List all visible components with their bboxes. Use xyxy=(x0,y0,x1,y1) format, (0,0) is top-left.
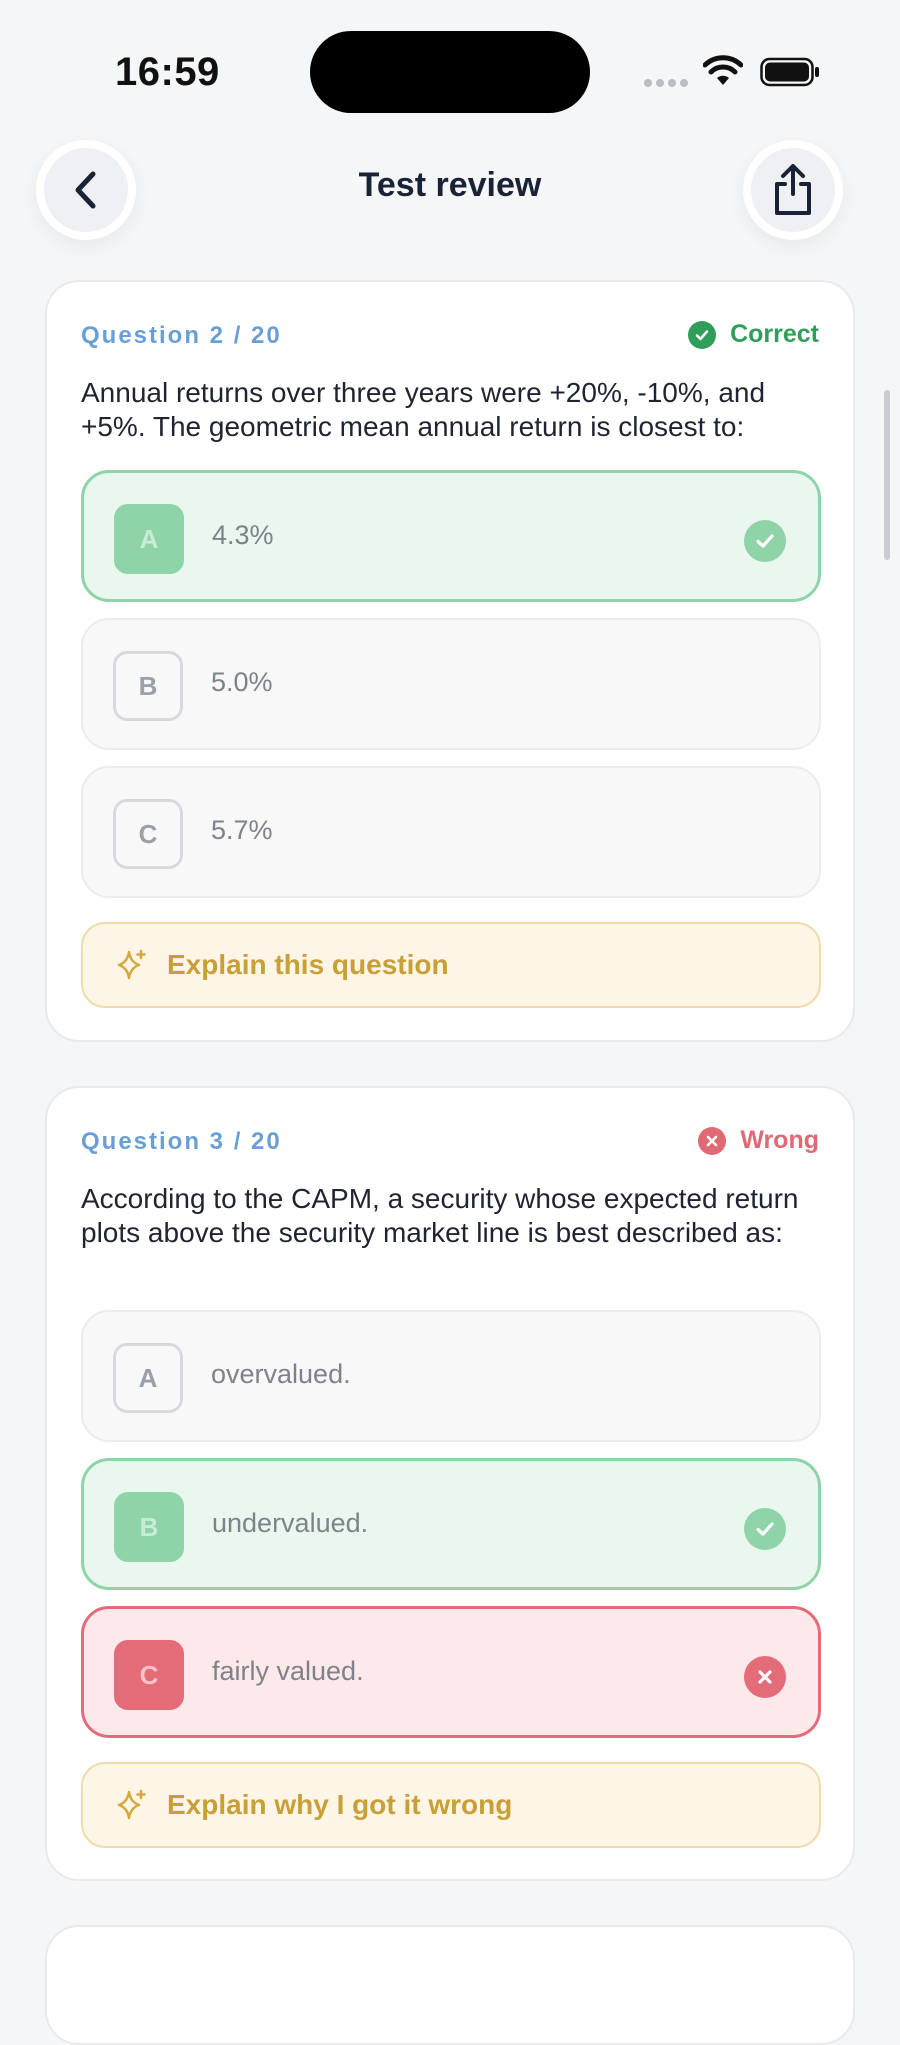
sparkle-icon xyxy=(117,1789,146,1820)
answer-option-c[interactable]: C fairly valued. xyxy=(81,1606,821,1738)
explain-button-label: Explain why I got it wrong xyxy=(167,1789,513,1820)
check-icon xyxy=(744,1508,786,1550)
question-card xyxy=(45,1925,855,2045)
check-icon xyxy=(744,520,786,562)
answer-option-a[interactable]: A overvalued. xyxy=(81,1310,821,1442)
question-number: Question 3 / 20 xyxy=(81,1128,282,1155)
option-text: overvalued. xyxy=(211,1359,351,1389)
wifi-icon xyxy=(703,55,743,85)
status-time: 16:59 xyxy=(115,50,220,94)
cellular-signal-icon xyxy=(644,79,688,87)
question-card: Question 2 / 20 Correct Annual returns o… xyxy=(45,280,855,1042)
option-text: 5.0% xyxy=(211,667,273,697)
option-text: 4.3% xyxy=(212,520,274,550)
question-header: Question 3 / 20 Wrong xyxy=(81,1124,819,1164)
status-bar: 16:59 xyxy=(0,0,900,140)
option-letter: B xyxy=(113,651,183,721)
dynamic-island xyxy=(310,31,590,113)
question-status-badge: Correct xyxy=(688,320,819,349)
check-circle-icon xyxy=(688,320,717,349)
option-letter: C xyxy=(114,1640,184,1710)
option-letter: A xyxy=(114,504,184,574)
sparkle-icon xyxy=(117,949,146,980)
share-icon xyxy=(775,164,811,215)
answer-option-a[interactable]: A 4.3% xyxy=(81,470,821,602)
answer-option-b[interactable]: B 5.0% xyxy=(81,618,821,750)
option-letter: C xyxy=(113,799,183,869)
explain-button-label: Explain this question xyxy=(167,949,449,980)
explain-question-button[interactable]: Explain this question xyxy=(81,922,821,1008)
option-text: 5.7% xyxy=(211,815,273,845)
explain-wrong-button[interactable]: Explain why I got it wrong xyxy=(81,1762,821,1848)
x-circle-icon xyxy=(698,1126,727,1155)
question-status-label: Correct xyxy=(730,320,819,348)
question-card: Question 3 / 20 Wrong According to the C… xyxy=(45,1086,855,1881)
scrollbar[interactable] xyxy=(884,390,890,560)
option-text: fairly valued. xyxy=(212,1656,364,1686)
option-text: undervalued. xyxy=(212,1508,369,1538)
question-text: Annual returns over three years were +20… xyxy=(81,377,766,442)
question-status-badge: Wrong xyxy=(698,1126,819,1155)
question-status-label: Wrong xyxy=(740,1126,819,1154)
option-letter: A xyxy=(113,1343,183,1413)
answer-option-b[interactable]: B undervalued. xyxy=(81,1458,821,1590)
share-button[interactable] xyxy=(743,140,843,240)
question-header: Question 2 / 20 Correct xyxy=(81,318,819,358)
option-letter: B xyxy=(114,1492,184,1562)
x-icon xyxy=(744,1656,786,1698)
question-text: According to the CAPM, a security whose … xyxy=(81,1183,799,1248)
battery-icon xyxy=(760,57,819,87)
answer-option-c[interactable]: C 5.7% xyxy=(81,766,821,898)
question-number: Question 2 / 20 xyxy=(81,322,282,349)
